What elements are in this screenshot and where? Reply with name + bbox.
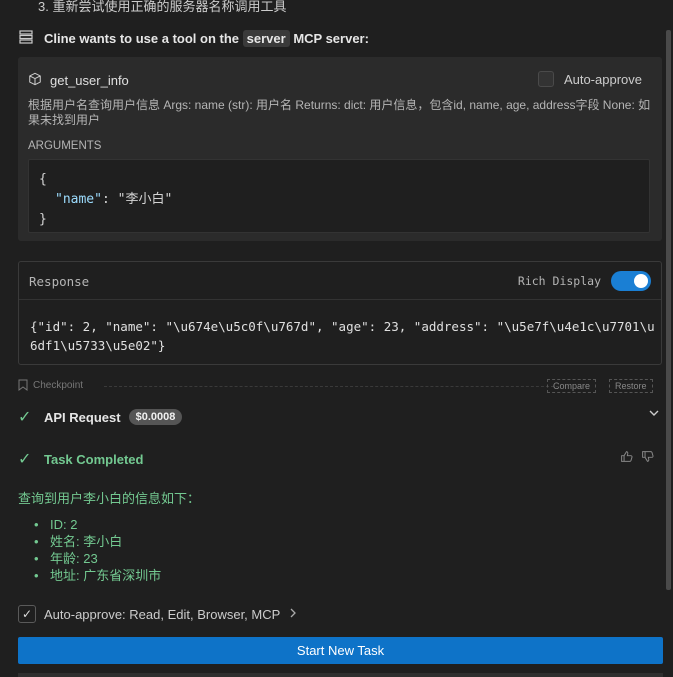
arguments-box: { "name": "李小白" }	[28, 159, 650, 233]
result-item-name: 姓名: 李小白	[34, 533, 161, 550]
checkpoint-row: Checkpoint Compare Restore	[18, 379, 662, 393]
bookmark-icon	[18, 379, 28, 394]
server-name-tag: server	[242, 30, 290, 47]
response-body: {"id": 2, "name": "\u674e\u5c0f\u767d", …	[30, 319, 655, 353]
arguments-label: ARGUMENTS	[28, 140, 102, 152]
thumbs-down-icon[interactable]	[641, 450, 654, 466]
task-completed-row: ✓ Task Completed	[18, 447, 662, 471]
mcp-request-suffix: MCP server:	[293, 31, 369, 46]
compare-button[interactable]: Compare	[547, 379, 597, 393]
tool-card: get_user_info Auto-approve 根据用户名查询用户信息 A…	[18, 57, 662, 241]
rich-display-label: Rich Display	[517, 274, 601, 288]
tool-auto-approve-label: Auto-approve	[563, 71, 642, 87]
result-list: ID: 2 姓名: 李小白 年龄: 23 地址: 广东省深圳市	[34, 516, 161, 584]
result-item-address: 地址: 广东省深圳市	[34, 567, 161, 584]
api-request-label: API Request	[44, 409, 121, 425]
api-request-row[interactable]: ✓ API Request $0.0008	[18, 405, 662, 429]
check-icon: ✓	[18, 409, 32, 426]
arguments-close-brace: }	[39, 212, 47, 227]
thumbs-up-icon[interactable]	[620, 450, 633, 466]
mcp-request-prefix: Cline wants to use a tool on the	[44, 31, 240, 46]
toggle-knob	[634, 274, 648, 288]
tool-name: get_user_info	[50, 73, 129, 88]
previous-list-item: 3. 重新尝试使用正确的服务器名称调用工具	[38, 0, 287, 14]
argument-value: "李小白"	[117, 192, 173, 207]
check-icon: ✓	[18, 451, 32, 468]
cost-badge: $0.0008	[128, 409, 183, 425]
tool-name-row: get_user_info	[28, 72, 129, 89]
arguments-open-brace: {	[39, 172, 47, 187]
feedback-buttons	[620, 450, 654, 466]
footer-auto-approve-label: Auto-approve:	[44, 606, 126, 622]
task-completed-label: Task Completed	[44, 451, 144, 467]
footer-auto-approve[interactable]: ✓ Auto-approve: Read, Edit, Browser, MCP	[18, 605, 298, 623]
result-intro: 查询到用户李小白的信息如下：	[18, 491, 201, 506]
tool-auto-approve[interactable]: Auto-approve	[537, 71, 642, 87]
response-title: Response	[29, 274, 90, 289]
server-icon	[18, 29, 34, 48]
response-card: Response Rich Display {"id": 2, "name": …	[18, 261, 662, 365]
scrollbar[interactable]	[666, 30, 671, 590]
rich-display-toggle[interactable]	[611, 271, 651, 291]
argument-key: "name"	[55, 192, 102, 207]
restore-button[interactable]: Restore	[609, 379, 653, 393]
result-item-id: ID: 2	[34, 516, 161, 533]
chevron-down-icon[interactable]	[648, 407, 660, 422]
argument-separator: :	[101, 192, 118, 207]
checkpoint-divider	[104, 386, 559, 387]
input-area-edge	[18, 673, 663, 677]
chevron-right-icon[interactable]	[288, 607, 298, 622]
tool-auto-approve-checkbox[interactable]	[537, 71, 554, 87]
mcp-request-header: Cline wants to use a tool on the server …	[18, 29, 369, 48]
footer-auto-approve-value: Read, Edit, Browser, MCP	[129, 606, 281, 622]
tool-description: 根据用户名查询用户信息 Args: name (str): 用户名 Return…	[28, 98, 651, 127]
response-header: Response Rich Display	[19, 262, 661, 300]
checkpoint-label: Checkpoint	[33, 380, 84, 391]
start-new-task-button[interactable]: Start New Task	[18, 637, 663, 664]
arguments-line: "name": "李小白"	[39, 190, 639, 210]
cube-icon	[28, 72, 42, 89]
result-item-age: 年龄: 23	[34, 550, 161, 567]
footer-auto-approve-checkbox[interactable]: ✓	[18, 605, 36, 623]
